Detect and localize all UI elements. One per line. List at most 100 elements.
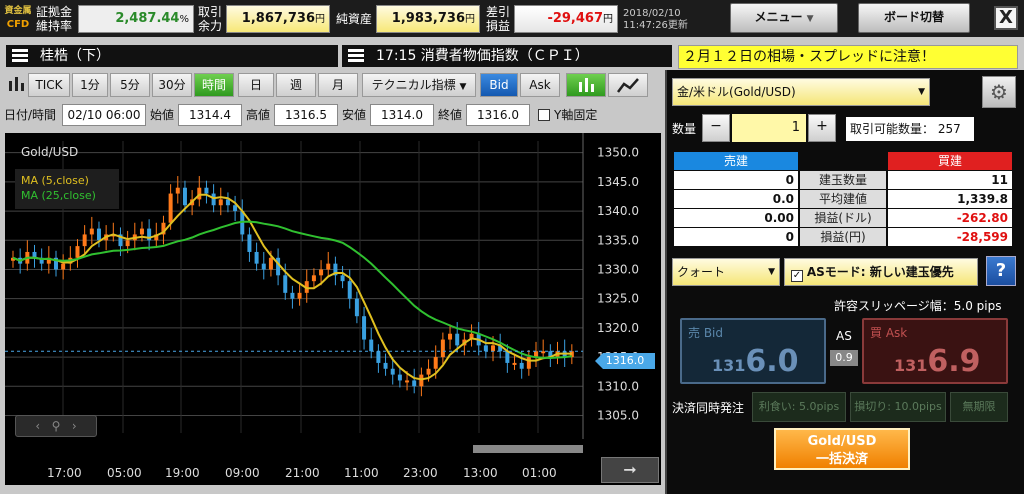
candle (383, 362, 388, 369)
position-row-label: 損益(ドル) (800, 209, 886, 227)
candle (89, 228, 94, 235)
candle (261, 263, 266, 270)
current-price-marker: 1316.0 (595, 353, 655, 369)
tf-30min[interactable]: 30分 (152, 73, 192, 97)
sell-cell: 0 (674, 171, 798, 189)
chart-title: Gold/USD (21, 145, 79, 159)
tf-hour[interactable]: 時間 (194, 73, 234, 97)
spread-value: 0.9 (830, 350, 858, 366)
x-tick-label: 17:00 (47, 466, 82, 480)
candle (268, 257, 273, 270)
candle (505, 351, 510, 363)
candle (448, 333, 453, 340)
y-tick-label: 1340.0 (597, 204, 639, 218)
candle (369, 339, 374, 352)
as-mode-toggle[interactable]: ✓ ASモード: 新しい建玉優先 (784, 258, 978, 286)
x-tick-label: 11:00 (344, 466, 379, 480)
candle (82, 234, 87, 247)
y-axis-fix-checkbox[interactable] (538, 109, 550, 121)
candle (405, 380, 410, 383)
candle (526, 357, 531, 369)
candle (197, 187, 202, 200)
as-mode-checkbox[interactable]: ✓ (791, 270, 803, 282)
y-tick-label: 1345.0 (597, 175, 639, 189)
candle (175, 187, 180, 194)
board-switch-button[interactable]: ボード切替 (858, 3, 970, 33)
as-label: AS (836, 329, 852, 343)
chart-scrollbar[interactable] (473, 445, 583, 453)
tf-5min[interactable]: 5分 (110, 73, 150, 97)
update-timestamp: 2018/02/10 11:47:26更新 (623, 8, 688, 31)
candle (168, 193, 173, 223)
tf-1min[interactable]: 1分 (72, 73, 108, 97)
y-tick-label: 1305.0 (597, 408, 639, 422)
y-tick-label: 1350.0 (597, 146, 639, 160)
warning-banner: ２月１２日の相場・スプレッドに注意！ (678, 45, 1018, 69)
bar-chart-icon[interactable] (4, 73, 28, 97)
candle (362, 316, 367, 340)
chart-nav-controls[interactable]: ‹ ⚲ › (15, 415, 97, 437)
position-row-label: 建玉数量 (800, 171, 886, 189)
quantity-label: 数量 (672, 122, 697, 136)
stop-loss-button[interactable]: 損切り: 10.0pips (850, 392, 946, 422)
high-label: 高値 (246, 108, 271, 122)
candle (326, 263, 331, 270)
tf-week[interactable]: 週 (276, 73, 316, 97)
datetime-label: 日付/時間 (4, 108, 57, 122)
candle (376, 351, 381, 363)
technical-indicator-dropdown[interactable]: テクニカル指標 ▼ (362, 73, 476, 97)
symbol-select[interactable]: 金/米ドル(Gold/USD) ▼ (672, 78, 930, 106)
quantity-minus-button[interactable]: − (702, 114, 730, 142)
candle-chart-icon[interactable] (566, 73, 606, 97)
tf-tick[interactable]: TICK (28, 73, 70, 97)
bulk-settle-button[interactable]: Gold/USD 一括決済 (774, 428, 910, 470)
help-icon[interactable]: ? (986, 256, 1016, 286)
settings-gear-icon[interactable]: ⚙ (982, 76, 1016, 108)
top-status-bar: 資金属 CFD 証拠金 維持率 2,487.44% 取引 余力 1,867,736円… (0, 0, 1024, 37)
quantity-plus-button[interactable]: + (808, 114, 836, 142)
position-row-label: 損益(円) (800, 228, 886, 246)
order-type-select[interactable]: クォート ▼ (672, 258, 780, 286)
buy-cell: -28,599 (888, 228, 1012, 246)
quantity-input[interactable]: 1 (732, 114, 806, 142)
candle (354, 298, 359, 317)
net-assets-value: 1,983,736円 (376, 5, 480, 33)
close-icon[interactable]: X (994, 6, 1018, 30)
buy-cell: -262.80 (888, 209, 1012, 227)
sell-cell: 0.0 (674, 190, 798, 208)
x-tick-label: 05:00 (107, 466, 142, 480)
take-profit-button[interactable]: 利食い: 5.0pips (752, 392, 846, 422)
ask-toggle[interactable]: Ask (520, 73, 560, 97)
news-header[interactable]: 17:15 消費者物価指数（ＣＰＩ） (342, 45, 672, 67)
scroll-to-latest-icon[interactable]: ➞ (601, 457, 659, 483)
candle (440, 339, 445, 358)
candle (297, 292, 302, 299)
candle (204, 187, 209, 194)
buy-ask-button[interactable]: 買 Ask 1316.9 (862, 318, 1008, 384)
price-chart[interactable]: 1305.01310.01315.01320.01325.01330.01335… (5, 133, 661, 485)
candle (519, 362, 524, 369)
legend-ma5: MA (5,close) (21, 174, 89, 187)
no-expiry-button[interactable]: 無期限 (950, 392, 1008, 422)
bid-toggle[interactable]: Bid (480, 73, 518, 97)
nav-left-icon[interactable]: ‹ (35, 419, 40, 433)
tf-day[interactable]: 日 (238, 73, 274, 97)
line-chart-icon[interactable] (608, 73, 648, 97)
x-tick-label: 09:00 (225, 466, 260, 480)
zoom-icon[interactable]: ⚲ (52, 419, 61, 433)
buy-header: 買建 (888, 152, 1012, 170)
candle (125, 240, 130, 247)
tf-month[interactable]: 月 (318, 73, 358, 97)
menu-button[interactable]: メニュー ▼ (730, 3, 838, 33)
candle (182, 187, 187, 206)
candle (254, 251, 259, 264)
instrument-header[interactable]: 桂梏（下） (6, 45, 338, 67)
nav-right-icon[interactable]: › (72, 419, 77, 433)
candle (340, 275, 345, 282)
simultaneous-order-label: 決済同時発注 (672, 401, 745, 415)
x-tick-label: 19:00 (165, 466, 200, 480)
available-margin-label: 取引 余力 (198, 5, 223, 33)
sell-bid-button[interactable]: 売 Bid 1316.0 (680, 318, 826, 384)
x-tick-label: 21:00 (285, 466, 320, 480)
legend-ma25: MA (25,close) (21, 189, 96, 202)
